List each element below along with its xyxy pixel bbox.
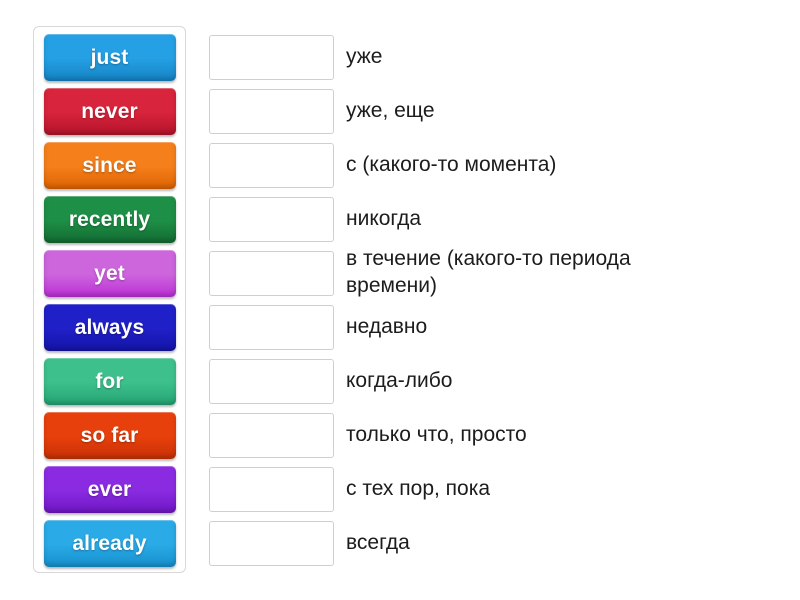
answer-dropzone[interactable]	[209, 250, 334, 296]
definition-text: уже, еще	[346, 98, 435, 122]
answer-dropzone[interactable]	[209, 520, 334, 566]
word-tile[interactable]: for	[43, 358, 176, 405]
word-tile[interactable]: ever	[43, 466, 176, 513]
word-tile[interactable]: never	[43, 88, 176, 135]
definition-text: уже	[346, 44, 383, 68]
answer-dropzone[interactable]	[209, 412, 334, 458]
word-tile[interactable]: since	[43, 142, 176, 189]
word-tile-label: ever	[87, 477, 132, 501]
match-up-activity: just never since recently yet always for so far…	[0, 0, 800, 600]
answer-row: с тех пор, пока	[209, 462, 769, 516]
definition-text: в течение (какого-то периода времени)	[346, 247, 631, 297]
definition-text: когда-либо	[346, 368, 453, 392]
word-tile[interactable]: already	[43, 520, 176, 567]
definition-text: с тех пор, пока	[346, 476, 491, 500]
definition-text: всегда	[346, 530, 410, 554]
word-tile-label: yet	[94, 261, 125, 285]
word-tile-label: recently	[68, 207, 151, 231]
word-tile-label: always	[74, 315, 145, 339]
word-tile-label: so far	[80, 423, 139, 447]
definition-text: никогда	[346, 206, 422, 230]
word-tile[interactable]: always	[43, 304, 176, 351]
answer-row: с (какого-то момента)	[209, 138, 769, 192]
answer-dropzone[interactable]	[209, 34, 334, 80]
answer-row: никогда	[209, 192, 769, 246]
definition-list: уже уже, еще с (какого-то момента) никогда в…	[209, 30, 769, 570]
definition-text: недавно	[346, 314, 428, 338]
answer-row: когда-либо	[209, 354, 769, 408]
word-tile-label: already	[72, 531, 147, 555]
answer-row: уже, еще	[209, 84, 769, 138]
word-tile[interactable]: just	[43, 34, 176, 81]
answer-dropzone[interactable]	[209, 88, 334, 134]
word-tile-label: just	[90, 45, 129, 69]
answer-dropzone[interactable]	[209, 358, 334, 404]
word-tile[interactable]: so far	[43, 412, 176, 459]
answer-dropzone[interactable]	[209, 196, 334, 242]
answer-row: недавно	[209, 300, 769, 354]
word-tile[interactable]: recently	[43, 196, 176, 243]
answer-row: уже	[209, 30, 769, 84]
word-tile[interactable]: yet	[43, 250, 176, 297]
definition-text: только что, просто	[346, 422, 527, 446]
answer-dropzone[interactable]	[209, 466, 334, 512]
answer-dropzone[interactable]	[209, 142, 334, 188]
answer-dropzone[interactable]	[209, 304, 334, 350]
word-tile-label: never	[81, 99, 138, 123]
word-tile-label: for	[95, 369, 124, 393]
answer-row: в течение (какого-то периода времени)	[209, 246, 769, 300]
definition-text: с (какого-то момента)	[346, 152, 557, 176]
answer-row: всегда	[209, 516, 769, 570]
word-tile-label: since	[82, 153, 137, 177]
answer-row: только что, просто	[209, 408, 769, 462]
word-tile-tray: just never since recently yet always for so far…	[33, 26, 186, 573]
